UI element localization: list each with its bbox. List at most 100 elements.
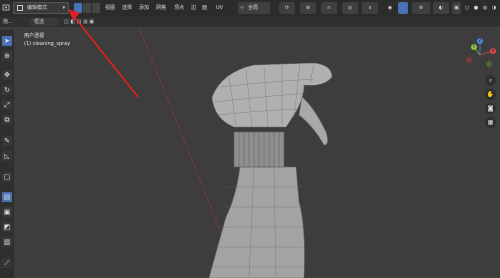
- extrude-tool[interactable]: ▤: [2, 192, 12, 202]
- select-tool[interactable]: ➤: [2, 36, 12, 46]
- snap-button[interactable]: ⊕: [300, 2, 316, 14]
- loop-cut-icon: ▥: [3, 238, 11, 246]
- wireframe-icon: ○: [464, 5, 470, 11]
- drag-dropdown[interactable]: 拖...: [3, 18, 13, 26]
- magnet-icon: ∩: [327, 5, 331, 11]
- camera-view-button[interactable]: ◙: [485, 103, 496, 114]
- vertex-select-button[interactable]: [74, 3, 82, 13]
- menu-face[interactable]: 面: [202, 3, 207, 13]
- falloff-button[interactable]: ∧: [362, 2, 378, 14]
- options-icon[interactable]: ◫ ◧ ▤ ▥ ▣: [64, 18, 94, 26]
- rotate-icon: ↻: [4, 86, 10, 94]
- chevron-down-icon: ▾: [62, 5, 65, 11]
- annotate-tool[interactable]: ✎: [2, 136, 12, 146]
- mode-label: 编辑模式: [27, 5, 48, 11]
- inset-tool[interactable]: ▣: [2, 207, 12, 217]
- crosshair-icon: ⊕: [4, 52, 10, 60]
- xray-icon: ▣: [454, 5, 459, 11]
- tool-settings-bar: 拖... 框选 ◫ ◧ ▤ ▥ ▣: [0, 17, 500, 27]
- eye-icon: ◉: [387, 5, 393, 11]
- camera-icon: ◙: [487, 105, 494, 112]
- view-name: 用户透视: [24, 33, 45, 39]
- cursor-icon: ➤: [4, 37, 10, 45]
- menu-uv[interactable]: UV: [216, 3, 223, 13]
- falloff-icon: ∧: [368, 5, 372, 11]
- snap-target-button[interactable]: ∩: [321, 2, 337, 14]
- move-tool[interactable]: ✥: [2, 70, 12, 80]
- rendered-icon: ◑: [491, 5, 497, 11]
- loop-cut-tool[interactable]: ▥: [2, 237, 12, 247]
- scene-canvas[interactable]: [14, 27, 500, 278]
- extrude-icon: ▤: [3, 193, 11, 201]
- transform-icon: ⧉: [4, 116, 10, 124]
- shading-solid[interactable]: ●: [472, 2, 480, 14]
- rotate-tool[interactable]: ↻: [2, 85, 12, 95]
- pivot-icon: ⟳: [284, 5, 290, 11]
- bevel-tool[interactable]: ◩: [2, 222, 12, 232]
- viewport-header: 编辑模式 ▾ 视图 选择 添加 网格 顶点 边 面 UV ⊹ 全局 ⟳ ⊕ ∩ …: [0, 0, 500, 18]
- add-cube-tool[interactable]: ▢: [2, 172, 12, 182]
- menu-view[interactable]: 视图: [105, 3, 115, 13]
- knife-icon: ⟋: [4, 259, 10, 267]
- shading-rendered[interactable]: ◑: [490, 2, 498, 14]
- face-select-button[interactable]: [92, 3, 100, 13]
- editor-type-button[interactable]: [2, 2, 11, 14]
- menu-add[interactable]: 添加: [139, 3, 149, 13]
- mode-dropdown[interactable]: 编辑模式 ▾: [13, 2, 69, 14]
- perspective-toggle[interactable]: ▦: [485, 117, 496, 128]
- solid-icon: ●: [473, 5, 479, 11]
- 3d-viewport[interactable]: 用户透视 (1) cleaning_spray X Y Z ⌕ ✋ ◙ ▦: [14, 27, 500, 278]
- scale-tool[interactable]: ⤢: [2, 100, 12, 110]
- orientation-label: 全局: [248, 5, 259, 11]
- gizmo-z-axis[interactable]: Z: [477, 38, 483, 44]
- menu-vertex[interactable]: 顶点: [174, 3, 184, 13]
- inset-icon: ▣: [3, 208, 11, 216]
- zoom-icon: ⌕: [488, 77, 493, 84]
- hand-icon: ✋: [486, 91, 495, 98]
- select-box-label: 框选: [34, 19, 45, 25]
- shading-wireframe[interactable]: ○: [463, 2, 471, 14]
- orientation-icon: ⊹: [240, 5, 245, 11]
- gizmo-neg-y[interactable]: [486, 61, 492, 67]
- gizmo-icon: ⊛: [418, 5, 424, 11]
- material-icon: ◍: [482, 5, 488, 11]
- scale-icon: ⤢: [4, 101, 10, 109]
- visibility-button[interactable]: ◉: [385, 2, 395, 14]
- pan-button[interactable]: ✋: [485, 89, 496, 100]
- transform-tool[interactable]: ⧉: [2, 115, 12, 125]
- knife-tool[interactable]: ⟋: [2, 258, 12, 268]
- gizmo-neg-x[interactable]: [466, 57, 472, 63]
- select-box-dropdown[interactable]: 框选: [30, 18, 58, 26]
- overlay-button[interactable]: [398, 2, 408, 14]
- transform-orientation-dropdown[interactable]: ⊹ 全局: [238, 2, 270, 14]
- move-icon: ✥: [4, 71, 10, 79]
- proportional-edit-button[interactable]: ◎: [342, 2, 358, 14]
- edit-mode-icon: [17, 5, 23, 11]
- snap-icon: ⊕: [305, 5, 311, 11]
- gizmo-toggle[interactable]: ⊛: [412, 2, 430, 14]
- menu-mesh[interactable]: 网格: [156, 3, 166, 13]
- bevel-icon: ◩: [3, 223, 11, 231]
- object-name: (1) cleaning_spray: [24, 41, 71, 47]
- shading-material[interactable]: ◍: [481, 2, 489, 14]
- annotate-icon: ✎: [4, 137, 10, 145]
- add-cube-icon: ▢: [3, 173, 11, 181]
- cursor-tool[interactable]: ⊕: [2, 51, 12, 61]
- grid-icon: ▦: [487, 119, 494, 126]
- gizmo-x-axis[interactable]: X: [490, 48, 496, 54]
- measure-icon: ◺: [4, 152, 10, 160]
- menu-edge[interactable]: 边: [191, 3, 196, 13]
- navigation-gizmo[interactable]: X Y Z: [462, 37, 498, 73]
- xray-button[interactable]: ▣: [452, 2, 461, 14]
- tool-shelf: ➤ ⊕ ✥ ↻ ⤢ ⧉ ✎ ◺ ▢ ▤ ▣ ◩ ▥ ⟋: [0, 30, 14, 278]
- measure-tool[interactable]: ◺: [2, 151, 12, 161]
- gizmo-y-axis[interactable]: Y: [471, 44, 477, 50]
- pivot-button[interactable]: ⟳: [279, 2, 295, 14]
- proportional-icon: ◎: [347, 5, 353, 11]
- trigger: [298, 96, 328, 146]
- zoom-button[interactable]: ⌕: [485, 75, 496, 86]
- bottle-body: [208, 166, 305, 278]
- overlays-dropdown[interactable]: ◐: [433, 2, 449, 14]
- edge-select-button[interactable]: [83, 3, 91, 13]
- menu-select[interactable]: 选择: [122, 3, 132, 13]
